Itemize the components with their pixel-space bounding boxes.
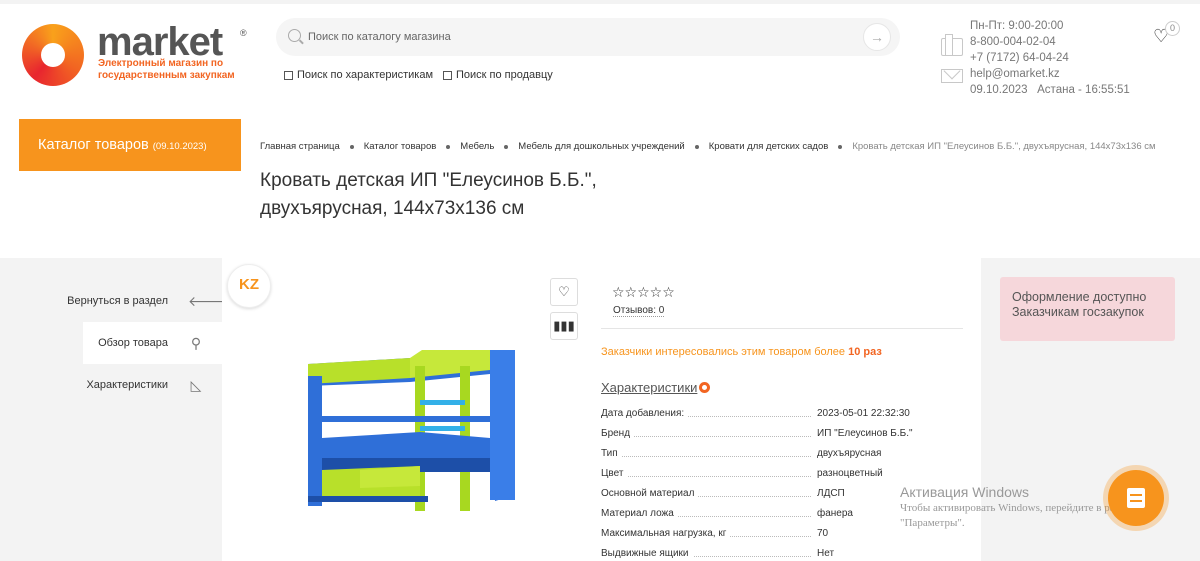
arrow-left-icon: 🡐 bbox=[188, 293, 226, 309]
breadcrumb-separator bbox=[446, 145, 451, 149]
spec-row: Бренд ИП "Елеусинов Б.Б." bbox=[601, 424, 961, 444]
omarket-ring-icon bbox=[699, 382, 711, 393]
logo-registered: ® bbox=[240, 28, 247, 38]
specs-table: Дата добавления: 2023-05-01 22:32:30 Брен… bbox=[601, 404, 961, 561]
top-strip bbox=[0, 0, 1200, 4]
page-title: Кровать детская ИП "Елеусинов Б.Б.", дву… bbox=[260, 167, 780, 223]
catalog-button-date: (09.10.2023) bbox=[152, 141, 207, 152]
spec-key: Тип bbox=[601, 444, 622, 464]
phone-link-1[interactable]: 8-800-004-02-04 bbox=[970, 34, 1130, 50]
ruler-icon: ◺ bbox=[190, 377, 202, 393]
breadcrumb-item[interactable]: Мебель для дошкольных учреждений bbox=[518, 141, 684, 152]
mail-icon bbox=[941, 69, 963, 83]
spec-leader bbox=[601, 476, 811, 477]
phone-link-2[interactable]: +7 (7172) 64-04-24 bbox=[970, 50, 1130, 66]
logo[interactable]: market ® Электронный магазин по государс… bbox=[22, 20, 262, 86]
spec-key: Бренд bbox=[601, 424, 635, 444]
favorites-count-badge: 0 bbox=[1165, 21, 1180, 36]
reviews-link[interactable]: Отзывов: 0 bbox=[613, 305, 665, 317]
nav-item-label: Вернуться в раздел bbox=[67, 295, 168, 307]
logo-subtitle: Электронный магазин по государственным з… bbox=[98, 58, 235, 81]
phone-icon bbox=[941, 34, 963, 56]
breadcrumb-item[interactable]: Мебель bbox=[460, 141, 494, 152]
spec-row: Выдвижные ящики Нет bbox=[601, 544, 961, 561]
nav-back-to-section[interactable]: Вернуться в раздел 🡐 bbox=[0, 280, 226, 322]
add-to-favorites-button[interactable]: ♡ bbox=[550, 278, 578, 306]
breadcrumb-separator bbox=[504, 145, 509, 149]
interest-text: Заказчики интересовались этим товаром бо… bbox=[601, 346, 849, 358]
breadcrumb-item[interactable]: Главная страница bbox=[260, 141, 340, 152]
spec-value: ЛДСП bbox=[817, 484, 845, 504]
breadcrumb-item[interactable]: Каталог товаров bbox=[364, 141, 437, 152]
spec-value: 2023-05-01 22:32:30 bbox=[817, 404, 910, 424]
interest-count: 10 раз bbox=[848, 346, 882, 358]
spec-row: Цвет разноцветный bbox=[601, 464, 961, 484]
spec-value: двухъярусная bbox=[817, 444, 882, 464]
catalog-button-label: Каталог товаров bbox=[38, 137, 149, 153]
catalog-button[interactable]: Каталог товаров (09.10.2023) bbox=[19, 119, 241, 171]
page-title-line-1: Кровать детская ИП "Елеусинов Б.Б.", bbox=[260, 170, 597, 191]
spec-key: Материал ложа bbox=[601, 504, 678, 524]
logo-ring-icon bbox=[22, 24, 84, 86]
search-input[interactable] bbox=[308, 18, 848, 56]
breadcrumb-separator bbox=[349, 145, 354, 149]
spec-value: Нет bbox=[817, 544, 835, 561]
compare-button[interactable]: ▮▮▮ bbox=[550, 312, 578, 340]
spec-key: Дата добавления: bbox=[601, 404, 689, 424]
spec-row: Дата добавления: 2023-05-01 22:32:30 bbox=[601, 404, 961, 424]
breadcrumb-separator bbox=[694, 145, 699, 149]
spec-value: фанера bbox=[817, 504, 853, 524]
nav-product-overview[interactable]: Обзор товара ⚲ bbox=[83, 322, 222, 364]
chat-icon bbox=[1130, 494, 1142, 502]
search-by-seller-checkbox[interactable]: Поиск по продавцу bbox=[443, 69, 553, 81]
bar-chart-icon: ▮▮▮ bbox=[553, 318, 575, 333]
breadcrumb: Главная страница Каталог товаров Мебель … bbox=[260, 141, 1156, 152]
checkbox-label: Поиск по характеристикам bbox=[297, 69, 434, 81]
date-time: 09.10.2023 Астана - 16:55:51 bbox=[970, 84, 1130, 96]
breadcrumb-separator bbox=[838, 145, 843, 149]
checkbox-icon bbox=[284, 70, 293, 80]
buyer-notice: Оформление доступно Заказчикам госзакупо… bbox=[1000, 277, 1175, 341]
spec-key: Цвет bbox=[601, 464, 628, 484]
watermark-title: Активация Windows bbox=[900, 484, 1030, 500]
spec-row: Тип двухъярусная bbox=[601, 444, 961, 464]
spec-leader bbox=[601, 456, 811, 457]
nav-item-label: Обзор товара bbox=[98, 337, 168, 349]
spec-value: разноцветный bbox=[817, 464, 883, 484]
rating-stars[interactable]: ☆☆☆☆☆ bbox=[612, 284, 675, 301]
search-submit-button[interactable]: → bbox=[863, 23, 891, 51]
search-icon: ⚲ bbox=[190, 335, 202, 351]
spec-value: 70 bbox=[817, 524, 829, 544]
spec-key: Основной материал bbox=[601, 484, 699, 504]
search-icon bbox=[288, 29, 301, 42]
email-link[interactable]: help@omarket.kz bbox=[970, 66, 1130, 82]
nav-characteristics[interactable]: Характеристики ◺ bbox=[0, 364, 222, 406]
contacts: Пн-Пт: 9:00-20:00 8-800-004-02-04 +7 (71… bbox=[970, 18, 1130, 98]
product-side-nav: Вернуться в раздел 🡐 Обзор товара ⚲ Хара… bbox=[0, 280, 226, 406]
search-by-characteristics-checkbox[interactable]: Поиск по характеристикам bbox=[284, 69, 433, 81]
page-title-line-2: двухъярусная, 144х73х136 см bbox=[260, 198, 525, 219]
divider bbox=[601, 328, 963, 329]
search-bar: → bbox=[276, 18, 900, 56]
product-image[interactable] bbox=[300, 346, 520, 518]
interest-info: Заказчики интересовались этим товаром бо… bbox=[601, 346, 882, 358]
spec-key: Выдвижные ящики bbox=[601, 544, 693, 561]
breadcrumb-current: Кровать детская ИП "Елеусинов Б.Б.", дву… bbox=[852, 141, 1156, 152]
spec-key: Максимальная нагрузка, кг bbox=[601, 524, 731, 544]
nav-item-label: Характеристики bbox=[86, 379, 168, 391]
work-hours: Пн-Пт: 9:00-20:00 bbox=[970, 20, 1064, 32]
breadcrumb-item[interactable]: Кровати для детских садов bbox=[709, 141, 829, 152]
chat-button[interactable] bbox=[1108, 470, 1164, 526]
spec-value: ИП "Елеусинов Б.Б." bbox=[817, 424, 913, 444]
kz-origin-badge: KZ bbox=[227, 264, 271, 308]
checkbox-icon bbox=[443, 70, 452, 80]
checkbox-label: Поиск по продавцу bbox=[456, 69, 553, 81]
characteristics-link[interactable]: Характеристики bbox=[601, 380, 711, 395]
characteristics-link-label: Характеристики bbox=[601, 380, 698, 395]
